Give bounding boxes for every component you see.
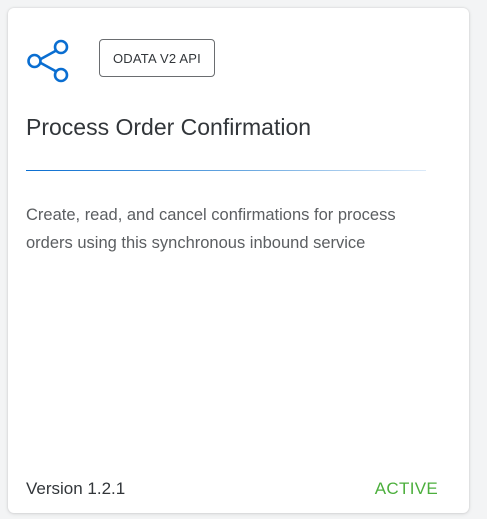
version-label: Version 1.2.1	[26, 479, 126, 498]
card-description: Create, read, and cancel confirmations f…	[26, 206, 396, 252]
share-icon	[27, 39, 69, 83]
api-type-badge: ODATA V2 API	[99, 39, 215, 77]
title-divider	[26, 170, 426, 171]
api-card[interactable]: ODATA V2 API Process Order Confirmation …	[8, 8, 469, 513]
card-title[interactable]: Process Order Confirmation	[26, 114, 311, 141]
status-badge: ACTIVE	[374, 479, 438, 498]
